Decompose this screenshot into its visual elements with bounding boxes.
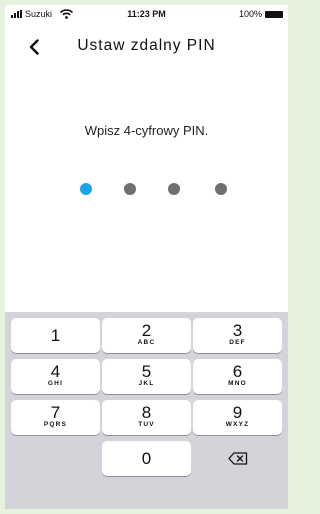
key-digit: 5 [141,362,152,381]
key-3[interactable]: 3 DEF [193,318,282,353]
pin-prompt: Wpisz 4-cyfrowy PIN. [84,123,209,138]
key-letters: PQRS [43,421,68,428]
key-2[interactable]: 2 ABC [102,318,191,353]
key-digit: 2 [141,321,152,340]
key-5[interactable]: 5 JKL [102,359,191,394]
status-bar: Suzuki 11:23 PM 100% [5,5,288,25]
numeric-keypad: 1 2 ABC 3 DEF 4 GHI 5 JKL 6 MNO 7 PQRS 8 TUV 9 WXYZ 0 [5,312,288,509]
key-digit: 3 [232,321,243,340]
delete-key[interactable] [193,441,282,476]
key-0[interactable]: 0 [102,441,191,476]
key-6[interactable]: 6 MNO [193,359,282,394]
pin-dot [80,183,92,195]
key-letters: WXYZ [225,421,250,428]
key-letters: JKL [138,380,155,387]
key-letters: MNO [228,380,247,387]
backspace-icon [227,452,247,465]
key-digit: 9 [232,403,243,422]
key-letters: TUV [138,421,155,428]
pin-dots [5,183,288,197]
pin-dot [215,183,227,195]
key-4[interactable]: 4 GHI [11,359,100,394]
battery-icon [265,10,283,18]
pin-dot [124,183,136,195]
key-9[interactable]: 9 WXYZ [193,400,282,435]
key-digit: 7 [50,403,61,422]
key-digit: 4 [50,362,61,381]
key-letters: GHI [47,380,64,387]
key-7[interactable]: 7 PQRS [11,400,100,435]
key-digit: 0 [141,449,152,468]
key-digit: 8 [141,403,152,422]
key-blank [11,441,100,476]
key-digit: 6 [232,362,243,381]
phone-screen: Suzuki 11:23 PM 100% Ustaw zdalny PIN Wp… [5,5,288,509]
header: Ustaw zdalny PIN [5,31,288,63]
pin-dot [168,183,180,195]
key-letters: DEF [229,339,246,346]
battery-percent: 100% [238,9,262,19]
key-digit: 1 [50,326,61,345]
page-title: Ustaw zdalny PIN [77,37,216,54]
key-8[interactable]: 8 TUV [102,400,191,435]
key-1[interactable]: 1 [11,318,100,353]
key-letters: ABC [137,339,156,346]
status-right: 100% [239,9,283,19]
